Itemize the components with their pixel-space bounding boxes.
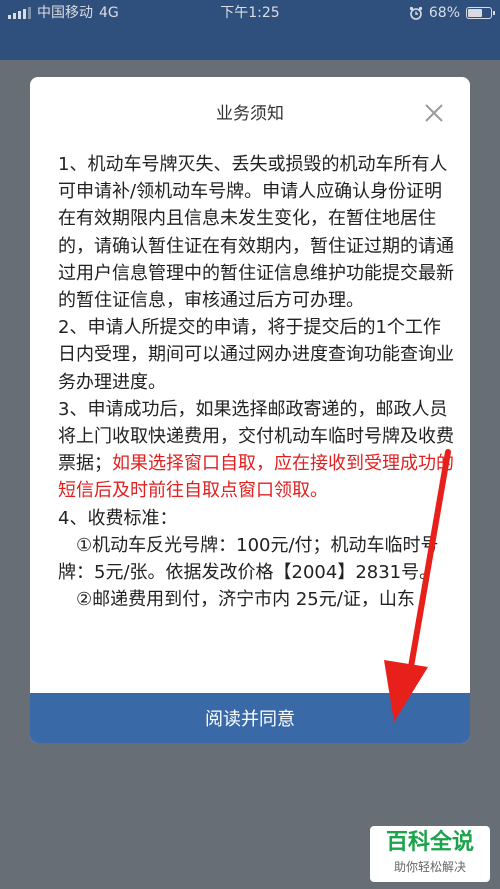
close-button[interactable] <box>422 101 446 125</box>
alarm-clock-icon <box>409 6 422 20</box>
notice-paragraph-3-highlight: 如果选择窗口自取，应在接收到受理成功的短信后及时前往自取点窗口领取。 <box>58 453 454 502</box>
notice-fee-item-2: ②邮递费用到付，济宁市内 25元/证，山东 <box>58 586 456 613</box>
status-bar: 中国移动 4G 下午1:25 68% <box>0 0 500 26</box>
notice-fee-item-1: ①机动车反光号牌：100元/付；机动车临时号牌：5元/张。依据发改价格【2004… <box>58 532 456 586</box>
notice-fee-item-2-text: ②邮递费用到付，济宁市内 25元/证，山东 <box>76 589 415 611</box>
watermark-subtitle: 助你轻松解决 <box>393 860 466 874</box>
read-and-agree-button[interactable]: 阅读并同意 <box>30 693 470 743</box>
notice-paragraph-4-heading: 4、收费标准： <box>58 507 178 529</box>
watermark-title: 百科全说 <box>385 830 474 855</box>
notice-fee-item-1-text: ①机动车反光号牌：100元/付；机动车临时号牌：5元/张。依据发改价格【2004… <box>58 534 439 584</box>
baike-watermark-logo: 百科全说 助你轻松解决 <box>370 826 490 882</box>
battery-icon <box>466 7 495 19</box>
business-notice-dialog: 业务须知 1、机动车号牌灭失、丢失或损毁的机动车所有人可申请补/领机动车号牌。申… <box>30 77 470 743</box>
notice-paragraph-2: 2、申请人所提交的申请，将于提交后的1个工作日内受理，期间可以通过网办进度查询功… <box>58 317 454 393</box>
notice-content[interactable]: 1、机动车号牌灭失、丢失或损毁的机动车所有人可申请补/领机动车号牌。申请人应确认… <box>58 151 456 688</box>
close-icon <box>425 104 443 122</box>
notice-paragraph-1: 1、机动车号牌灭失、丢失或损毁的机动车所有人可申请补/领机动车号牌。申请人应确认… <box>58 154 454 312</box>
battery-percentage: 68% <box>428 5 460 21</box>
notice-paragraph-3: 3、申请成功后，如果选择邮政寄递的，邮政人员将上门收取快递费用，交付机动车临时号… <box>58 396 456 505</box>
battery-fill <box>468 9 482 17</box>
dialog-title: 业务须知 <box>216 104 284 124</box>
status-right: 68% <box>409 0 495 26</box>
